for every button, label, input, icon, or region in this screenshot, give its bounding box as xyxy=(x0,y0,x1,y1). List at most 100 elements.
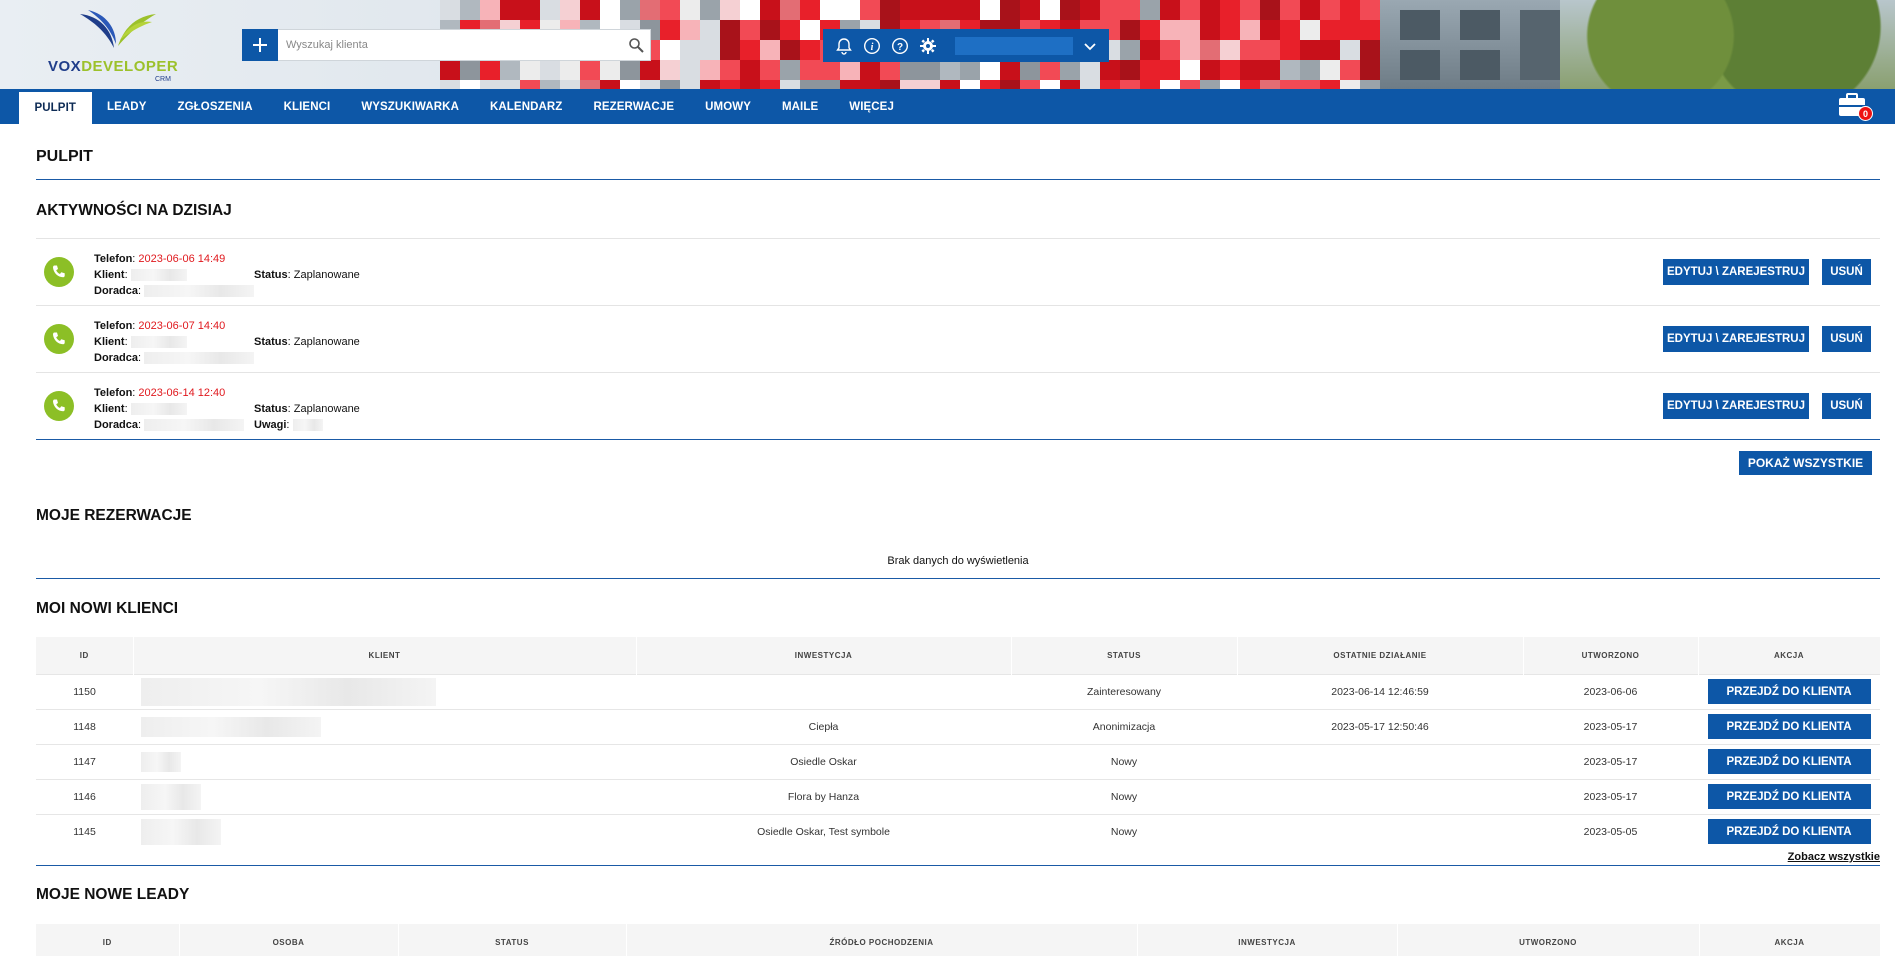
go-to-client-button[interactable]: PRZEJDŹ DO KLIENTA xyxy=(1707,749,1871,774)
go-to-client-button[interactable]: PRZEJDŹ DO KLIENTA xyxy=(1707,784,1871,809)
briefcase-button[interactable]: 0 xyxy=(1837,92,1873,122)
see-all-clients-link[interactable]: Zobacz wszystkie xyxy=(1788,851,1880,863)
activity-status: Status: Zaplanowane Uwagi: xyxy=(254,403,360,432)
nav-item-leady[interactable]: LEADY xyxy=(92,89,162,124)
user-name-redacted[interactable] xyxy=(955,36,1073,55)
column-header[interactable]: INWESTYCJA xyxy=(1137,924,1398,956)
banner-pixel xyxy=(920,60,940,80)
banner-pixel xyxy=(780,0,800,20)
banner-pixel xyxy=(1360,0,1380,20)
banner-pixel xyxy=(1240,60,1260,80)
help-icon[interactable]: ? xyxy=(889,35,911,57)
banner-pixel xyxy=(880,80,900,89)
banner-pixel xyxy=(480,60,500,80)
logo-text: VOXDEVELOPER xyxy=(48,58,179,75)
go-to-client-button[interactable]: PRZEJDŹ DO KLIENTA xyxy=(1707,679,1871,704)
banner-pixel xyxy=(1060,60,1080,80)
settings-gear-icon[interactable] xyxy=(917,35,939,57)
banner-pixel xyxy=(1060,0,1080,20)
client-search-input[interactable] xyxy=(278,30,622,60)
delete-button[interactable]: USUŃ xyxy=(1822,259,1871,285)
banner-pixel xyxy=(800,60,820,80)
new-clients-title: MOI NOWI KLIENCI xyxy=(36,600,179,617)
nav-item-wyszukiwarka[interactable]: WYSZUKIWARKA xyxy=(346,89,475,124)
banner-pixel xyxy=(1020,80,1040,89)
banner-pixel xyxy=(1100,60,1120,80)
banner-pixel xyxy=(740,80,760,89)
column-header[interactable]: KLIENT xyxy=(133,637,637,674)
banner-pixel xyxy=(940,60,960,80)
banner-pixel xyxy=(860,80,880,89)
banner-pixel xyxy=(800,40,820,60)
chevron-down-icon[interactable] xyxy=(1081,37,1099,55)
banner-pixel xyxy=(660,80,680,89)
app-logo[interactable]: VOXDEVELOPER CRM xyxy=(40,6,180,83)
header-trees-image xyxy=(1560,0,1895,89)
column-header[interactable]: ŹRÓDŁO POCHODZENIA xyxy=(626,924,1138,956)
banner-pixel xyxy=(580,80,600,89)
edit-register-button[interactable]: EDYTUJ \ ZAREJESTRUJ xyxy=(1663,326,1809,352)
banner-pixel xyxy=(1200,20,1220,40)
edit-register-button[interactable]: EDYTUJ \ ZAREJESTRUJ xyxy=(1663,259,1809,285)
go-to-client-button[interactable]: PRZEJDŹ DO KLIENTA xyxy=(1707,819,1871,845)
delete-button[interactable]: USUŃ xyxy=(1822,393,1871,419)
nav-item-rezerwacje[interactable]: REZERWACJE xyxy=(578,89,690,124)
banner-pixel xyxy=(720,20,740,40)
nav-item-zgloszenia[interactable]: ZGŁOSZENIA xyxy=(162,89,268,124)
banner-pixel xyxy=(480,0,500,20)
nav-item-pulpit[interactable]: PULPIT xyxy=(19,92,92,124)
column-header[interactable]: ID xyxy=(36,637,134,674)
column-header[interactable]: STATUS xyxy=(398,924,627,956)
column-header[interactable]: OSTATNIE DZIAŁANIE xyxy=(1237,637,1524,674)
banner-pixel xyxy=(760,0,780,20)
add-client-button[interactable] xyxy=(242,28,278,61)
column-header[interactable]: INWESTYCJA xyxy=(636,637,1012,674)
info-icon[interactable]: i xyxy=(861,35,883,57)
banner-pixel xyxy=(780,20,800,40)
banner-pixel xyxy=(840,0,860,20)
banner-pixel xyxy=(960,0,980,20)
phone-icon xyxy=(44,257,74,287)
banner-pixel xyxy=(1280,80,1300,89)
banner-pixel xyxy=(1120,80,1140,89)
column-header[interactable]: STATUS xyxy=(1011,637,1238,674)
column-header[interactable]: UTWORZONO xyxy=(1397,924,1700,956)
bell-icon[interactable] xyxy=(833,35,855,57)
nav-item-maile[interactable]: MAILE xyxy=(766,89,833,124)
nav-item-kalendarz[interactable]: KALENDARZ xyxy=(474,89,577,124)
divider xyxy=(36,578,1880,579)
banner-pixel xyxy=(1180,20,1200,40)
delete-button[interactable]: USUŃ xyxy=(1822,326,1871,352)
edit-register-button[interactable]: EDYTUJ \ ZAREJESTRUJ xyxy=(1663,393,1809,419)
nav-item-klienci[interactable]: KLIENCI xyxy=(268,89,346,124)
banner-pixel xyxy=(1200,40,1220,60)
search-icon[interactable] xyxy=(622,30,650,60)
banner-pixel xyxy=(1300,20,1320,40)
cell-status: Nowy xyxy=(1011,778,1237,814)
column-header[interactable]: UTWORZONO xyxy=(1523,637,1699,674)
nav-item-wiecej[interactable]: WIĘCEJ xyxy=(834,89,910,124)
banner-pixel xyxy=(1060,80,1080,89)
go-to-client-button[interactable]: PRZEJDŹ DO KLIENTA xyxy=(1707,714,1871,739)
cell-id: 1148 xyxy=(36,708,133,744)
page-title: PULPIT xyxy=(36,148,93,165)
banner-pixel xyxy=(560,60,580,80)
column-header[interactable]: OSOBA xyxy=(179,924,399,956)
banner-pixel xyxy=(540,60,560,80)
nav-item-umowy[interactable]: UMOWY xyxy=(690,89,767,124)
banner-pixel xyxy=(780,40,800,60)
column-header[interactable]: ID xyxy=(36,924,180,956)
banner-pixel xyxy=(440,60,460,80)
cell-client-redacted xyxy=(133,708,636,744)
banner-pixel xyxy=(1320,60,1340,80)
show-all-activities-button[interactable]: POKAŻ WSZYSTKIE xyxy=(1739,451,1872,475)
banner-pixel xyxy=(1040,80,1060,89)
reservations-empty-message: Brak danych do wyświetlenia xyxy=(887,555,1029,567)
table-header-row: ID OSOBA STATUS ŹRÓDŁO POCHODZENIA INWES… xyxy=(36,924,1881,956)
banner-pixel xyxy=(1340,20,1360,40)
banner-pixel xyxy=(1020,60,1040,80)
new-leads-table: ID OSOBA STATUS ŹRÓDŁO POCHODZENIA INWES… xyxy=(36,924,1881,956)
banner-pixel xyxy=(1280,20,1300,40)
cell-id: 1150 xyxy=(36,673,133,709)
banner-pixel xyxy=(1160,80,1180,89)
